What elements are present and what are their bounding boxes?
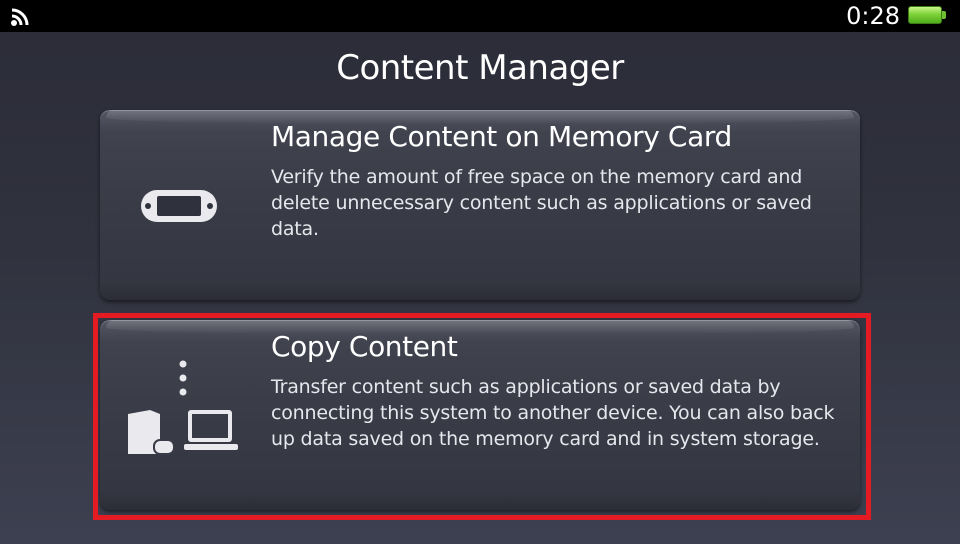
status-bar: 0:28: [0, 0, 960, 32]
wifi-signal-icon: [11, 8, 29, 26]
page-title: Content Manager: [336, 48, 624, 88]
console-to-computer-icon: [120, 320, 280, 510]
option-heading: Copy Content: [271, 330, 458, 363]
battery-full-icon: [908, 5, 948, 27]
clock-time: 0:28: [846, 2, 900, 30]
manage-memory-card-option[interactable]: Manage Content on Memory Card Verify the…: [100, 110, 860, 300]
option-description: Verify the amount of free space on the m…: [271, 166, 812, 240]
handheld-console-icon: [120, 110, 280, 300]
option-description: Transfer content such as applications or…: [271, 376, 835, 450]
copy-content-option[interactable]: Copy Content Transfer content such as ap…: [100, 320, 860, 510]
option-heading: Manage Content on Memory Card: [271, 120, 732, 153]
